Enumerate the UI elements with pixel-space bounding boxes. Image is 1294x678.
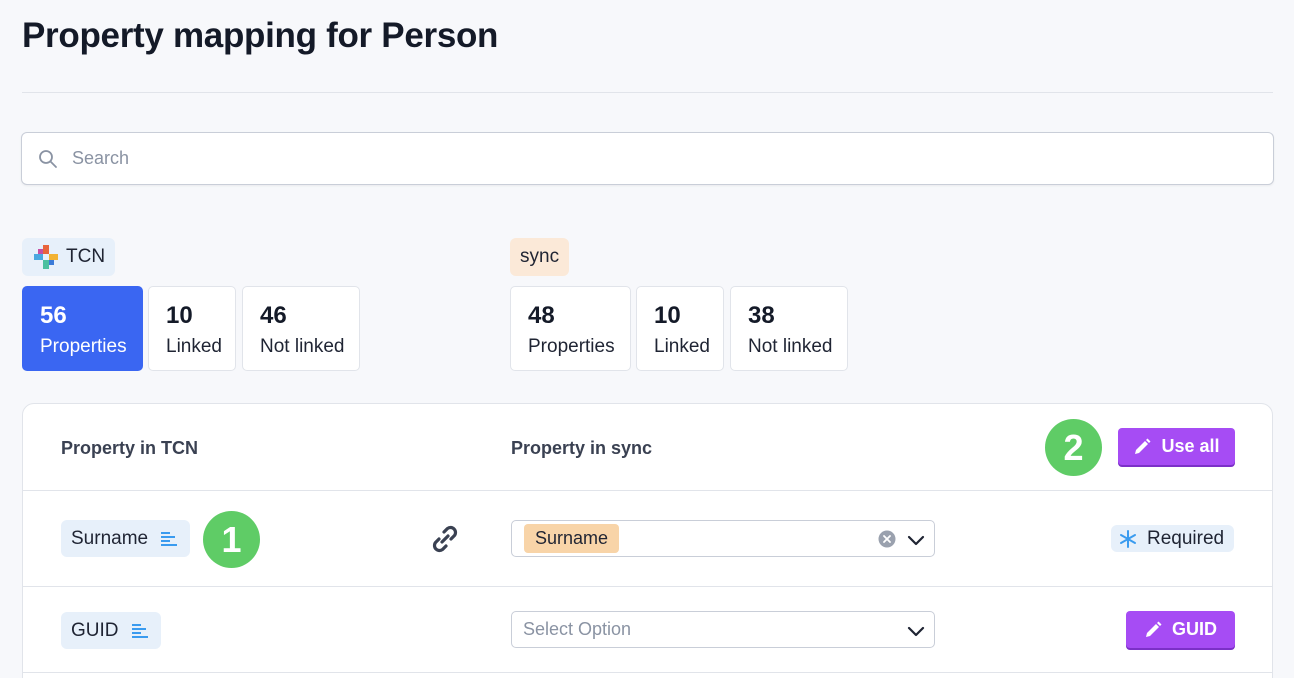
source-badge-tcn: TCN: [22, 238, 116, 276]
guid-button-label: GUID: [1172, 619, 1217, 639]
stat-value: 46: [260, 302, 287, 329]
asterisk-icon: [1120, 529, 1136, 548]
search-icon: [39, 149, 57, 168]
pencil-icon: [1135, 438, 1151, 454]
search-input[interactable]: [72, 148, 1172, 169]
source-badge-sync: sync: [510, 238, 570, 276]
sync-property-select[interactable]: Surname: [511, 520, 935, 557]
clear-icon[interactable]: [878, 530, 896, 548]
stat-sync-properties[interactable]: 48 Properties: [510, 286, 631, 371]
property-name: Surname: [71, 527, 149, 549]
stat-label: Not linked: [748, 336, 833, 357]
property-name: GUID: [71, 619, 119, 641]
step-badge-1: 1: [203, 511, 260, 568]
stat-value: 56: [40, 302, 67, 329]
stat-value: 10: [166, 302, 193, 329]
stat-sync-not-linked[interactable]: 38 Not linked: [730, 286, 848, 371]
stat-label: Properties: [40, 336, 127, 357]
stat-value: 38: [748, 302, 775, 329]
stat-value: 48: [528, 302, 555, 329]
column-header-left: Property in TCN: [61, 438, 199, 458]
stat-tcn-not-linked[interactable]: 46 Not linked: [242, 286, 360, 371]
stat-sync-linked[interactable]: 10 Linked: [636, 286, 724, 371]
search-bar[interactable]: [21, 132, 1274, 185]
stat-label: Not linked: [260, 336, 345, 357]
select-placeholder: Select Option: [523, 619, 632, 639]
stat-label: Linked: [166, 336, 222, 357]
step-badge-2: 2: [1045, 419, 1102, 476]
selected-value-chip: Surname: [524, 524, 620, 553]
tcn-logo-icon: [34, 245, 58, 269]
stat-tcn-properties[interactable]: 56 Properties: [22, 286, 143, 371]
text-field-icon: [161, 531, 178, 546]
column-header-right: Property in sync: [511, 438, 653, 458]
sync-property-select[interactable]: Select Option: [511, 611, 935, 648]
link-icon[interactable]: [428, 522, 462, 556]
guid-button[interactable]: GUID: [1126, 611, 1235, 648]
mapping-table: Property in TCN Property in sync 2 Use a…: [22, 403, 1273, 678]
property-chip-guid[interactable]: GUID: [61, 612, 161, 649]
page-title: Property mapping for Person: [22, 16, 499, 55]
source-name-sync: sync: [520, 246, 560, 267]
table-header: Property in TCN Property in sync 2 Use a…: [23, 404, 1272, 491]
source-name-tcn: TCN: [66, 246, 106, 267]
property-chip-surname[interactable]: Surname: [61, 520, 191, 557]
stat-label: Properties: [528, 336, 615, 357]
use-all-button[interactable]: Use all: [1118, 428, 1235, 465]
use-all-label: Use all: [1161, 436, 1220, 456]
chevron-down-icon[interactable]: [906, 530, 926, 550]
chevron-down-icon[interactable]: [906, 621, 926, 641]
pencil-icon: [1146, 621, 1162, 637]
header-divider: [22, 92, 1273, 93]
text-field-icon: [131, 623, 148, 638]
required-label: Required: [1147, 527, 1225, 549]
table-row: GUID Select Option GUID: [23, 587, 1272, 673]
stat-label: Linked: [654, 336, 710, 357]
stat-value: 10: [654, 302, 681, 329]
stat-tcn-linked[interactable]: 10 Linked: [148, 286, 236, 371]
table-row: Surname 1 Surname Required: [23, 491, 1272, 587]
required-badge: Required: [1111, 525, 1235, 552]
